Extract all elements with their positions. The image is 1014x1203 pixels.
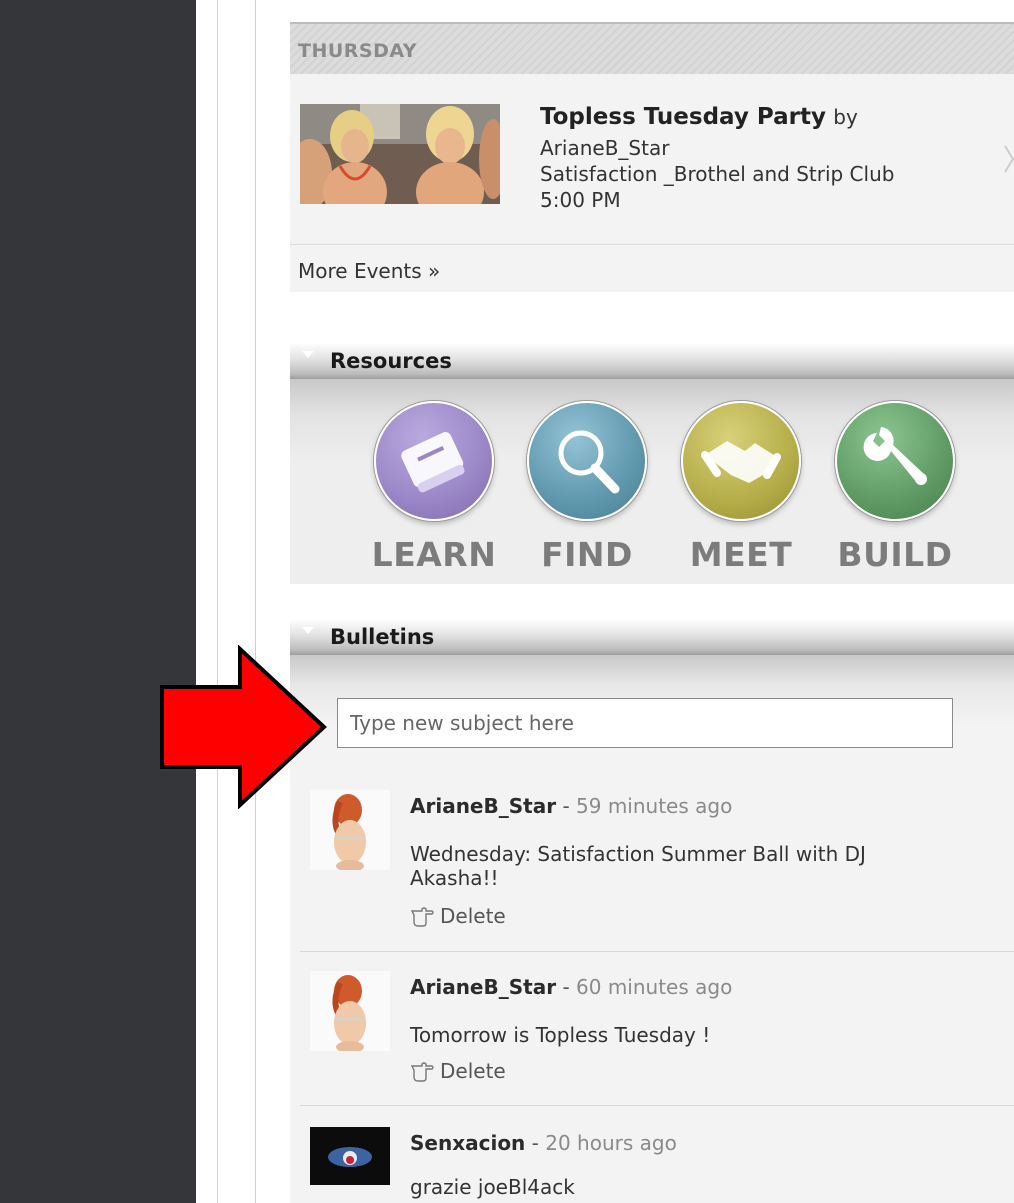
bulletin-header: ArianeB_Star - 60 minutes ago — [410, 975, 732, 999]
day-label: THURSDAY — [298, 40, 418, 62]
pointing-hand-icon — [410, 1062, 434, 1082]
avatar[interactable] — [310, 1127, 390, 1185]
more-events-link[interactable]: More Events » — [298, 259, 440, 283]
separator: - — [531, 1131, 539, 1155]
bulletin-text[interactable]: Tomorrow is Topless Tuesday ! — [410, 1023, 950, 1047]
next-event-chevron-icon[interactable] — [1004, 144, 1014, 174]
book-icon[interactable] — [374, 401, 494, 521]
collapse-triangle-icon[interactable] — [302, 627, 314, 634]
red-arrow-annotation — [160, 645, 327, 809]
separator: - — [562, 975, 570, 999]
bulletin-text[interactable]: Wednesday: Satisfaction Summer Ball with… — [410, 842, 950, 890]
column-divider — [217, 0, 218, 1203]
bulletin-time: 60 minutes ago — [576, 975, 733, 999]
handshake-icon[interactable] — [681, 401, 801, 521]
event-title-line: Topless Tuesday Party by — [540, 104, 858, 130]
resources-title: Resources — [330, 349, 452, 373]
bulletin-author-link[interactable]: Senxacion — [410, 1131, 525, 1155]
event-host-link[interactable]: ArianeB_Star — [540, 136, 669, 160]
resource-build-button[interactable]: BUILD — [820, 379, 970, 584]
day-header: THURSDAY — [290, 22, 1014, 74]
delete-label: Delete — [440, 904, 506, 928]
event-title-link[interactable]: Topless Tuesday Party — [540, 104, 826, 130]
resource-label: LEARN — [371, 535, 497, 574]
separator: - — [562, 794, 570, 818]
resource-learn-button[interactable]: LEARN — [359, 379, 509, 584]
resource-label: MEET — [689, 535, 793, 574]
bulletins-panel: ArianeB_Star - 59 minutes ago Wednesday:… — [290, 655, 1014, 1203]
new-subject-input[interactable] — [337, 698, 953, 748]
event-time: 5:00 PM — [540, 188, 621, 212]
wrench-icon[interactable] — [835, 401, 955, 521]
delete-link[interactable]: Delete — [410, 1059, 506, 1083]
divider — [300, 951, 1014, 952]
bulletins-header[interactable]: Bulletins — [290, 619, 1014, 655]
bulletin-text[interactable]: grazie joeBl4ack — [410, 1175, 950, 1199]
resource-label: BUILD — [837, 535, 953, 574]
event-venue-link[interactable]: Satisfaction _Brothel and Strip Club — [540, 162, 894, 186]
resource-find-button[interactable]: FIND — [512, 379, 662, 584]
delete-label: Delete — [440, 1059, 506, 1083]
divider — [290, 244, 1014, 245]
collapse-triangle-icon[interactable] — [302, 351, 314, 358]
bulletin-header: Senxacion - 20 hours ago — [410, 1131, 677, 1155]
page: THURSDAY Topless Tuesday Party by Ariane… — [0, 0, 1014, 1203]
top-margin — [196, 0, 1014, 6]
event-thumbnail[interactable] — [300, 104, 500, 204]
left-dark-sidebar — [0, 0, 196, 1203]
delete-link[interactable]: Delete — [410, 904, 506, 928]
bulletin-author-link[interactable]: ArianeB_Star — [410, 794, 556, 818]
avatar[interactable] — [310, 971, 390, 1051]
pointing-hand-icon — [410, 907, 434, 927]
resource-meet-button[interactable]: MEET — [666, 379, 816, 584]
bulletin-author-link[interactable]: ArianeB_Star — [410, 975, 556, 999]
column-divider — [255, 0, 256, 1203]
bulletin-time: 20 hours ago — [545, 1131, 677, 1155]
divider — [300, 1105, 1014, 1106]
bulletin-header: ArianeB_Star - 59 minutes ago — [410, 794, 732, 818]
bulletin-time: 59 minutes ago — [576, 794, 733, 818]
resources-panel: LEARN FIND MEET BUILD — [290, 379, 1014, 584]
resources-header[interactable]: Resources — [290, 343, 1014, 379]
magnifier-icon[interactable] — [527, 401, 647, 521]
resource-label: FIND — [541, 535, 633, 574]
bulletins-title: Bulletins — [330, 625, 435, 649]
event-by-label: by — [833, 105, 858, 129]
events-panel: THURSDAY Topless Tuesday Party by Ariane… — [290, 22, 1014, 292]
